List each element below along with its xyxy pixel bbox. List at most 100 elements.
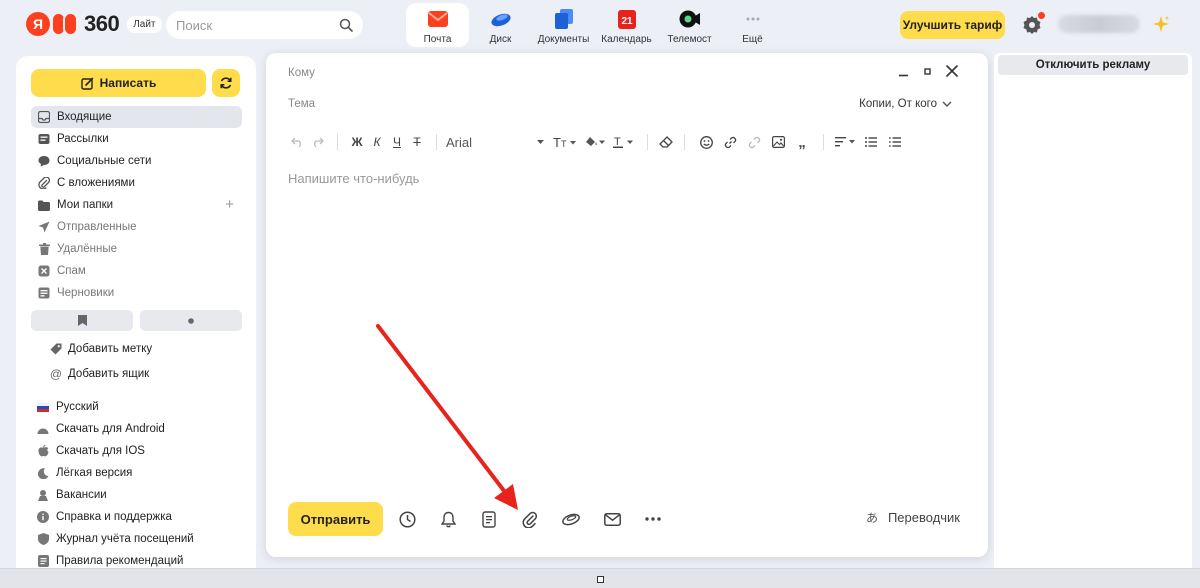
telemost-camera-icon [679, 8, 701, 30]
translator-button[interactable]: あ Переводчик [866, 510, 960, 525]
font-name: Arial [446, 134, 473, 150]
numbered-list-icon[interactable] [883, 132, 907, 152]
folder-label: Входящие [57, 111, 112, 123]
service-label: Ещё [742, 34, 763, 45]
lite-version-link[interactable]: Лёгкая версия [37, 462, 194, 484]
service-disk[interactable]: Диск [469, 3, 532, 47]
more-grid-icon [742, 8, 764, 30]
folder-my-folders[interactable]: Мои папки + [31, 194, 242, 216]
top-header: Я 360 Лайт Почта Диск Документы [0, 0, 1200, 50]
undo-icon[interactable] [288, 132, 306, 152]
yandex-360-logo[interactable]: Я 360 Лайт [26, 11, 162, 37]
folder-newsletters[interactable]: Рассылки [31, 128, 242, 150]
service-more[interactable]: Ещё [721, 3, 784, 47]
dropdown-caret-icon [537, 140, 544, 144]
close-icon[interactable] [946, 65, 958, 77]
expand-icon[interactable] [923, 67, 932, 76]
font-family-select[interactable]: Arial [446, 135, 544, 150]
service-documents[interactable]: Документы [532, 3, 595, 47]
disable-ads-button[interactable]: Отключить рекламу [998, 55, 1188, 75]
italic-button[interactable]: К [367, 132, 387, 152]
message-body-input[interactable]: Напишите что-нибудь [288, 171, 419, 186]
format-toolbar: Ж К Ч Т Arial TT T „ [288, 131, 907, 153]
translator-label: Переводчик [887, 510, 960, 525]
folder-sent[interactable]: Отправленные [31, 216, 242, 238]
search-box[interactable] [166, 11, 363, 39]
info-icon [37, 511, 49, 523]
settings-gear-icon[interactable] [1022, 12, 1045, 35]
bullet-list-icon[interactable] [859, 132, 883, 152]
cc-from-toggle[interactable]: Копии, От кого [859, 98, 952, 110]
quote-icon[interactable]: „ [790, 132, 814, 152]
folder-label: Черновики [57, 287, 115, 299]
text-color-icon[interactable]: T [610, 132, 638, 152]
underline-button[interactable]: Ч [387, 132, 407, 152]
compose-button[interactable]: Написать [31, 69, 206, 97]
image-icon[interactable] [766, 132, 790, 152]
toolbar-divider [436, 134, 437, 150]
bookmark-filter-button[interactable] [31, 310, 133, 331]
sparkle-ai-icon[interactable] [1152, 15, 1170, 33]
chevron-down-icon [942, 101, 952, 107]
add-folder-plus-icon[interactable]: + [225, 196, 234, 213]
add-link-label: Добавить ящик [68, 367, 150, 380]
subject-field[interactable]: Тема [288, 98, 315, 110]
search-input[interactable] [176, 17, 326, 33]
to-field[interactable]: Кому [288, 67, 315, 79]
fill-color-icon[interactable] [582, 132, 610, 152]
font-size-icon[interactable]: TT [550, 132, 582, 152]
strikethrough-button[interactable]: Т [407, 132, 427, 152]
visit-log-link[interactable]: Журнал учёта посещений [37, 528, 194, 550]
envelope-icon[interactable] [602, 509, 622, 529]
align-icon[interactable] [833, 132, 859, 152]
link-icon[interactable] [718, 132, 742, 152]
folder-label: Отправленные [57, 221, 137, 233]
yandex-logo-icon: Я [26, 12, 50, 36]
annotation-arrow-icon [376, 324, 518, 510]
rules-icon [37, 555, 49, 567]
logo-360-text: 360 [84, 11, 120, 36]
refresh-button[interactable] [212, 69, 240, 97]
bold-button[interactable]: Ж [347, 132, 367, 152]
eraser-icon[interactable] [657, 132, 675, 152]
unread-filter-button[interactable] [140, 310, 242, 331]
resize-handle[interactable] [597, 576, 604, 583]
add-mailbox-link[interactable]: @ Добавить ящик [49, 361, 152, 386]
mail-envelope-icon [427, 8, 449, 30]
service-label: Почта [423, 34, 452, 45]
help-support-link[interactable]: Справка и поддержка [37, 506, 194, 528]
android-download-link[interactable]: Скачать для Android [37, 418, 194, 440]
folder-label: Социальные сети [57, 155, 152, 167]
folder-inbox[interactable]: Входящие [31, 106, 242, 128]
search-icon[interactable] [339, 18, 353, 32]
service-label: Диск [489, 34, 512, 45]
disk-attach-icon[interactable] [561, 509, 581, 529]
ios-download-link[interactable]: Скачать для IOS [37, 440, 194, 462]
at-sign-icon: @ [49, 366, 63, 381]
more-options-icon[interactable] [643, 509, 663, 529]
language-link[interactable]: Русский [37, 396, 194, 418]
service-telemost[interactable]: Телемост [658, 3, 721, 47]
vacancies-link[interactable]: Вакансии [37, 484, 194, 506]
apple-icon [37, 445, 49, 457]
ad-column: Отключить рекламу [994, 53, 1192, 568]
refresh-icon [219, 76, 233, 90]
bookmark-icon [77, 315, 87, 326]
emoji-icon[interactable] [694, 132, 718, 152]
user-account-blurred[interactable] [1058, 15, 1140, 33]
folder-deleted[interactable]: Удалённые [31, 238, 242, 260]
service-calendar[interactable]: 21 Календарь [595, 3, 658, 47]
folder-spam[interactable]: Спам [31, 260, 242, 282]
folder-attachments[interactable]: С вложениями [31, 172, 242, 194]
unlink-icon[interactable] [742, 132, 766, 152]
service-mail[interactable]: Почта [406, 3, 469, 47]
svg-text:T: T [561, 139, 567, 148]
minimize-icon[interactable] [898, 66, 909, 77]
add-label-link[interactable]: Добавить метку [49, 336, 152, 361]
upgrade-plan-button[interactable]: Улучшить тариф [900, 11, 1005, 39]
folder-social[interactable]: Социальные сети [31, 150, 242, 172]
quick-filters [31, 310, 242, 331]
folder-drafts[interactable]: Черновики [31, 282, 242, 304]
redo-icon[interactable] [306, 132, 328, 152]
send-button[interactable]: Отправить [288, 502, 383, 536]
